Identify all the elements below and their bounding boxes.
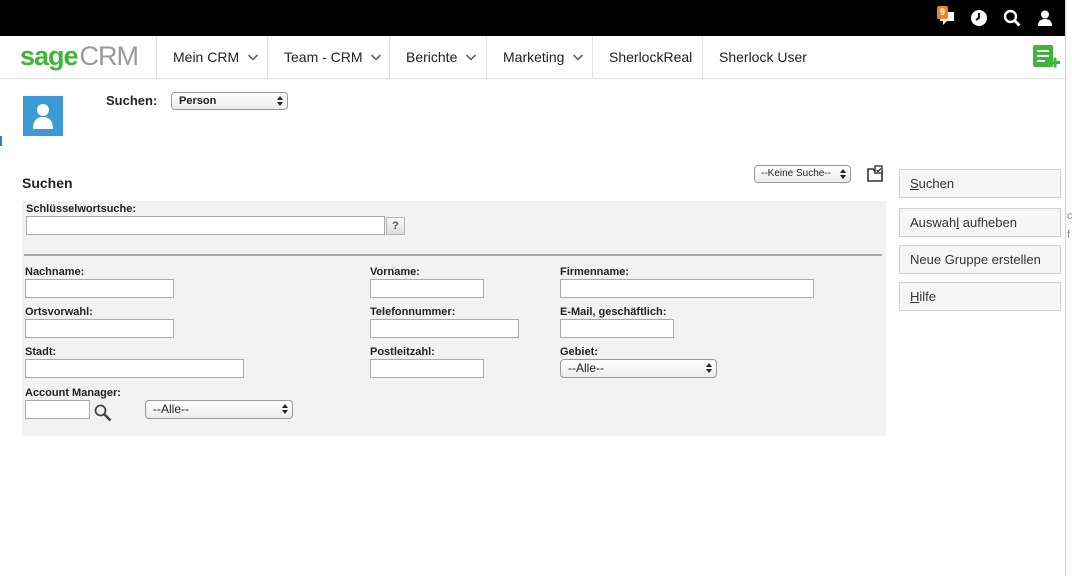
keyword-search-label: Schlüsselwortsuche: [26, 203, 137, 215]
ortsvorwahl-input[interactable] [25, 319, 174, 338]
person-avatar-icon [23, 96, 63, 136]
magnifier-icon[interactable] [93, 403, 113, 423]
save-search-icon[interactable] [865, 164, 885, 184]
nav-item-label: Marketing [503, 49, 565, 65]
chevron-down-icon [247, 54, 259, 61]
suchen-button-access-key: S [910, 176, 919, 191]
search-form-panel: Schlüsselwortsuche: ? Nachname: Vorname:… [22, 201, 886, 436]
nav-item-label: Team - CRM [284, 49, 363, 65]
nav-item-sherlock-user[interactable]: Sherlock User [702, 36, 822, 78]
keyword-help-button[interactable]: ? [386, 217, 405, 235]
nav-item-label: Sherlock User [719, 49, 807, 65]
postleitzahl-input[interactable] [370, 359, 484, 378]
logo-crm-text: CRM [79, 41, 139, 71]
chevron-down-icon [573, 54, 584, 61]
top-bar: 9 [0, 0, 1065, 36]
adjacent-frame-text: f [1067, 229, 1071, 241]
clear-selection-label-end: aufheben [959, 215, 1017, 230]
suchen-button[interactable]: Suchen [899, 169, 1061, 198]
nav-item-label: SherlockReal [609, 49, 693, 65]
stadt-label: Stadt: [25, 346, 57, 358]
nav-item-sherlockreal[interactable]: SherlockReal [592, 36, 702, 78]
adjacent-frame-text: ch [1067, 210, 1072, 222]
nav-item-team-crm[interactable]: Team - CRM [267, 36, 389, 78]
help-button-access-key: H [910, 289, 920, 304]
telefonnummer-label: Telefonnummer: [370, 306, 456, 318]
nav-item-mein-crm[interactable]: Mein CRM [156, 36, 267, 78]
sage-crm-logo[interactable]: sageCRM [20, 41, 139, 71]
nachname-label: Nachname: [25, 266, 85, 278]
keyword-search-input[interactable] [26, 216, 385, 235]
left-edge-marker [0, 136, 2, 146]
entity-type-value: Person [179, 95, 217, 107]
saved-search-value: --Keine Suche-- [761, 168, 832, 179]
account-manager-label: Account Manager: [25, 387, 121, 399]
nachname-input[interactable] [25, 279, 174, 298]
search-section-title: Suchen [22, 175, 73, 191]
clear-selection-label-start: Auswah [910, 215, 957, 230]
new-group-button[interactable]: Neue Gruppe erstellen [899, 245, 1061, 274]
chevron-down-icon [371, 54, 382, 61]
select-arrows-icon [282, 404, 288, 414]
new-group-label: Neue Gruppe erstellen [910, 252, 1041, 267]
vorname-input[interactable] [370, 279, 484, 298]
clear-selection-button[interactable]: Auswahl aufheben [899, 208, 1061, 237]
search-icon[interactable] [1002, 8, 1022, 28]
firmenname-input[interactable] [560, 279, 814, 298]
gebiet-select[interactable]: --Alle-- [560, 359, 717, 378]
adjacent-frame: ch f [1065, 0, 1072, 576]
account-manager-input[interactable] [25, 400, 90, 419]
form-divider [24, 254, 882, 256]
stadt-input[interactable] [25, 359, 244, 378]
add-list-icon[interactable] [1031, 43, 1061, 71]
postleitzahl-label: Postleitzahl: [370, 346, 435, 358]
user-icon[interactable] [1035, 8, 1055, 28]
email-label: E-Mail, geschäftlich: [560, 306, 667, 318]
saved-search-select[interactable]: --Keine Suche-- [754, 165, 851, 183]
chevron-down-icon [466, 54, 477, 61]
vorname-label: Vorname: [370, 266, 420, 278]
nav-item-berichte[interactable]: Berichte [389, 36, 486, 78]
select-arrows-icon [706, 363, 712, 373]
nav-item-label: Berichte [406, 49, 458, 65]
logo-sage-text: sage [20, 41, 79, 71]
account-manager-select[interactable]: --Alle-- [145, 400, 293, 419]
notification-badge: 9 [937, 6, 948, 19]
gebiet-value: --Alle-- [568, 361, 604, 375]
search-type-label: Suchen: [106, 93, 158, 108]
ortsvorwahl-label: Ortsvorwahl: [25, 306, 93, 318]
email-input[interactable] [560, 319, 674, 338]
select-arrows-icon [277, 96, 283, 106]
entity-type-select[interactable]: Person [171, 92, 288, 110]
firmenname-label: Firmenname: [560, 266, 630, 278]
clock-icon[interactable] [969, 8, 989, 28]
main-navigation: sageCRM Mein CRM Team - CRM Berichte Mar… [0, 36, 1065, 79]
telefonnummer-input[interactable] [370, 319, 519, 338]
suchen-button-label: uchen [918, 176, 955, 191]
select-arrows-icon [840, 169, 846, 179]
account-manager-value: --Alle-- [153, 402, 189, 416]
nav-item-label: Mein CRM [173, 49, 240, 65]
gebiet-label: Gebiet: [560, 346, 598, 358]
nav-item-marketing[interactable]: Marketing [486, 36, 592, 78]
help-button[interactable]: Hilfe [899, 282, 1061, 311]
help-button-label: ilfe [919, 289, 937, 304]
